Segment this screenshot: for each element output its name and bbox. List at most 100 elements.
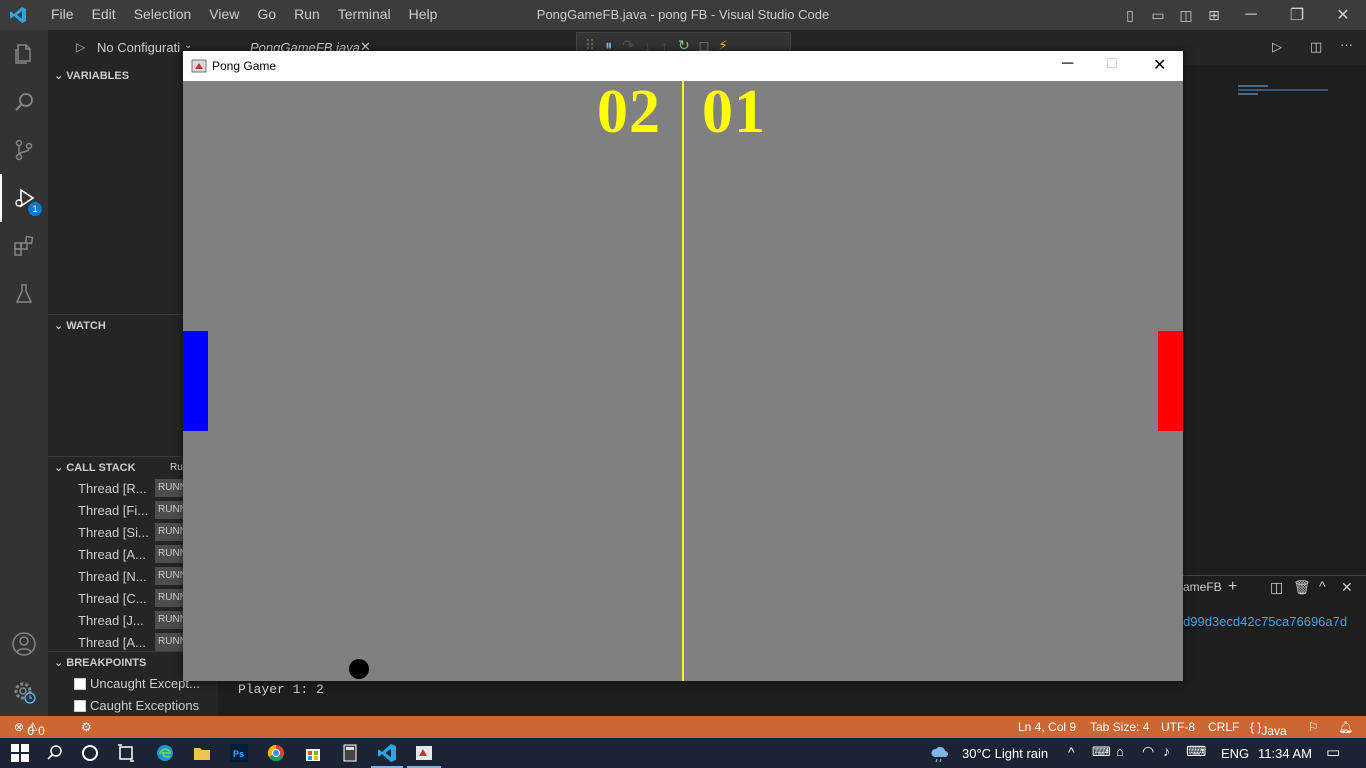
volume-icon[interactable]: ♪ [1163, 743, 1170, 759]
chevron-down-icon[interactable]: ⌄ [184, 40, 192, 51]
titlebar-controls: ▯ ▭ ◫ ⊞ ─ ❐ ✕ [1116, 0, 1366, 30]
task-view-icon[interactable] [116, 743, 136, 763]
customize-layout-icon[interactable]: ⊞ [1203, 7, 1225, 23]
restore-button[interactable]: ❐ [1274, 5, 1320, 25]
ball [349, 659, 369, 679]
weather-text[interactable]: 30°C Light rain [962, 746, 1048, 761]
chevron-down-icon: ⌄ [54, 70, 67, 82]
store-icon[interactable] [303, 743, 323, 763]
thread-item[interactable]: Thread [R... [78, 481, 147, 496]
pong-close-button[interactable]: ✕ [1153, 55, 1166, 75]
activity-bar: 1 [0, 30, 48, 716]
tab-size[interactable]: Tab Size: 4 [1090, 720, 1149, 734]
thread-status-badge: RUNN [155, 479, 187, 497]
breakpoint-checkbox[interactable] [74, 677, 86, 690]
thread-item[interactable]: Thread [N... [78, 569, 147, 584]
breakpoint-caught[interactable]: Caught Exceptions [74, 698, 199, 713]
debug-badge: 1 [28, 202, 42, 216]
breakpoint-checkbox[interactable] [74, 699, 86, 712]
pong-window-title: Pong Game [212, 59, 277, 73]
testing-flask-icon[interactable] [0, 270, 48, 318]
run-config-select[interactable]: No Configurati [97, 40, 180, 55]
trash-icon[interactable]: 🗑 [1293, 579, 1311, 596]
svg-text:Ps: Ps [233, 749, 244, 759]
keyboard-icon[interactable]: ⌨ [1186, 743, 1206, 760]
thread-status-badge: RUNN [155, 501, 187, 519]
thread-item[interactable]: Thread [Fi... [78, 503, 148, 518]
encoding[interactable]: UTF-8 [1161, 720, 1195, 734]
extensions-icon[interactable] [0, 222, 48, 270]
java-app-icon [191, 59, 207, 73]
search-icon[interactable] [45, 743, 65, 763]
breakpoint-uncaught[interactable]: Uncaught Except... [74, 676, 200, 691]
pong-game-window: Pong Game ─ □ ✕ 02 01 [183, 51, 1183, 681]
windows-taskbar: Ps 30°C Light rain ^ ⌨ ⌂ ◠ ♪ ⌨ ENG 11:34… [0, 738, 1366, 768]
close-button[interactable]: ✕ [1320, 5, 1366, 25]
thread-status-badge: RUNN [155, 567, 187, 585]
cortana-icon[interactable] [80, 743, 100, 763]
accounts-icon[interactable] [0, 620, 48, 668]
split-editor-icon[interactable]: ◫ [1310, 39, 1322, 55]
chevron-down-icon: ⌄ [54, 462, 67, 474]
chrome-icon[interactable] [266, 743, 286, 763]
line-ending[interactable]: CRLF [1208, 720, 1239, 734]
notifications-bell-icon[interactable]: 🔔︎ [1338, 720, 1353, 734]
file-explorer-icon[interactable] [192, 743, 212, 763]
java-app-icon[interactable] [414, 743, 434, 763]
new-terminal-icon[interactable]: + [1228, 578, 1237, 596]
thread-item[interactable]: Thread [C... [78, 591, 147, 606]
pong-maximize-button[interactable]: □ [1107, 55, 1117, 73]
edge-icon[interactable] [155, 743, 175, 763]
vscode-taskbar-icon[interactable] [377, 743, 397, 763]
action-center-icon[interactable]: ▭ [1326, 743, 1340, 761]
start-debugging-icon[interactable]: ▷ [76, 40, 85, 54]
terminal-tab-label[interactable]: ameFB [1183, 580, 1222, 594]
run-file-icon[interactable]: ▷ [1272, 39, 1282, 55]
more-actions-icon[interactable]: ··· [1340, 37, 1353, 52]
photoshop-icon[interactable]: Ps [229, 743, 249, 763]
toggle-panel-icon[interactable]: ▭ [1147, 7, 1169, 23]
thread-status-badge: RUNN [155, 545, 187, 563]
player1-paddle [183, 331, 208, 431]
thread-item[interactable]: Thread [A... [78, 635, 146, 650]
language-mode[interactable]: { } Java [1250, 720, 1287, 738]
thread-status-badge: RUNN [155, 523, 187, 541]
callstack-status: Ru [170, 462, 183, 473]
thread-item[interactable]: Thread [J... [78, 613, 144, 628]
weather-rain-icon[interactable] [930, 744, 950, 764]
cursor-position[interactable]: Ln 4, Col 9 [1018, 720, 1076, 734]
output-hash: d99d3ecd42c75ca76696a7d [1183, 614, 1348, 629]
run-debug-icon[interactable]: 1 [0, 174, 48, 222]
language-indicator[interactable]: ENG [1221, 746, 1249, 761]
show-hidden-icons-chevron-icon[interactable]: ^ [1068, 744, 1075, 760]
terminal-output-line: Player 1: 2 [238, 682, 324, 697]
source-control-icon[interactable] [0, 126, 48, 174]
toggle-sidebar-icon[interactable]: ▯ [1119, 7, 1141, 23]
windows-start-icon[interactable] [10, 743, 30, 763]
thread-item[interactable]: Thread [A... [78, 547, 146, 562]
player2-paddle [1158, 331, 1183, 431]
wifi-icon[interactable]: ◠ [1142, 743, 1154, 760]
toggle-secondary-sidebar-icon[interactable]: ◫ [1175, 7, 1197, 23]
clock[interactable]: 11:34 AM [1258, 746, 1312, 761]
player1-score: 02 [597, 81, 661, 146]
minimize-button[interactable]: ─ [1228, 6, 1274, 24]
explorer-icon[interactable] [0, 30, 48, 78]
calculator-icon[interactable] [340, 743, 360, 763]
search-icon[interactable] [0, 78, 48, 126]
debug-status-icon[interactable]: ⚙ [81, 720, 92, 734]
status-bar: ⊗ 0 ⚠ 0 ⚙ Ln 4, Col 9 Tab Size: 4 UTF-8 … [0, 716, 1366, 738]
thread-item[interactable]: Thread [Si... [78, 525, 149, 540]
feedback-icon[interactable]: ⚐ [1308, 720, 1319, 734]
problems-indicator[interactable]: ⊗ 0 ⚠ 0 [14, 720, 45, 738]
input-method-icon[interactable]: ⌂ [1116, 744, 1124, 759]
meet-now-icon[interactable]: ⌨ [1092, 744, 1111, 760]
minimap[interactable] [1238, 85, 1348, 97]
pong-court[interactable]: 02 01 [183, 81, 1183, 681]
maximize-panel-icon[interactable]: ^ [1319, 578, 1326, 594]
close-panel-icon[interactable]: ✕ [1341, 579, 1353, 596]
pong-minimize-button[interactable]: ─ [1062, 55, 1073, 73]
split-terminal-icon[interactable]: ◫ [1270, 579, 1283, 596]
manage-gear-icon[interactable] [0, 668, 48, 716]
pong-titlebar[interactable]: Pong Game ─ □ ✕ [183, 51, 1183, 81]
